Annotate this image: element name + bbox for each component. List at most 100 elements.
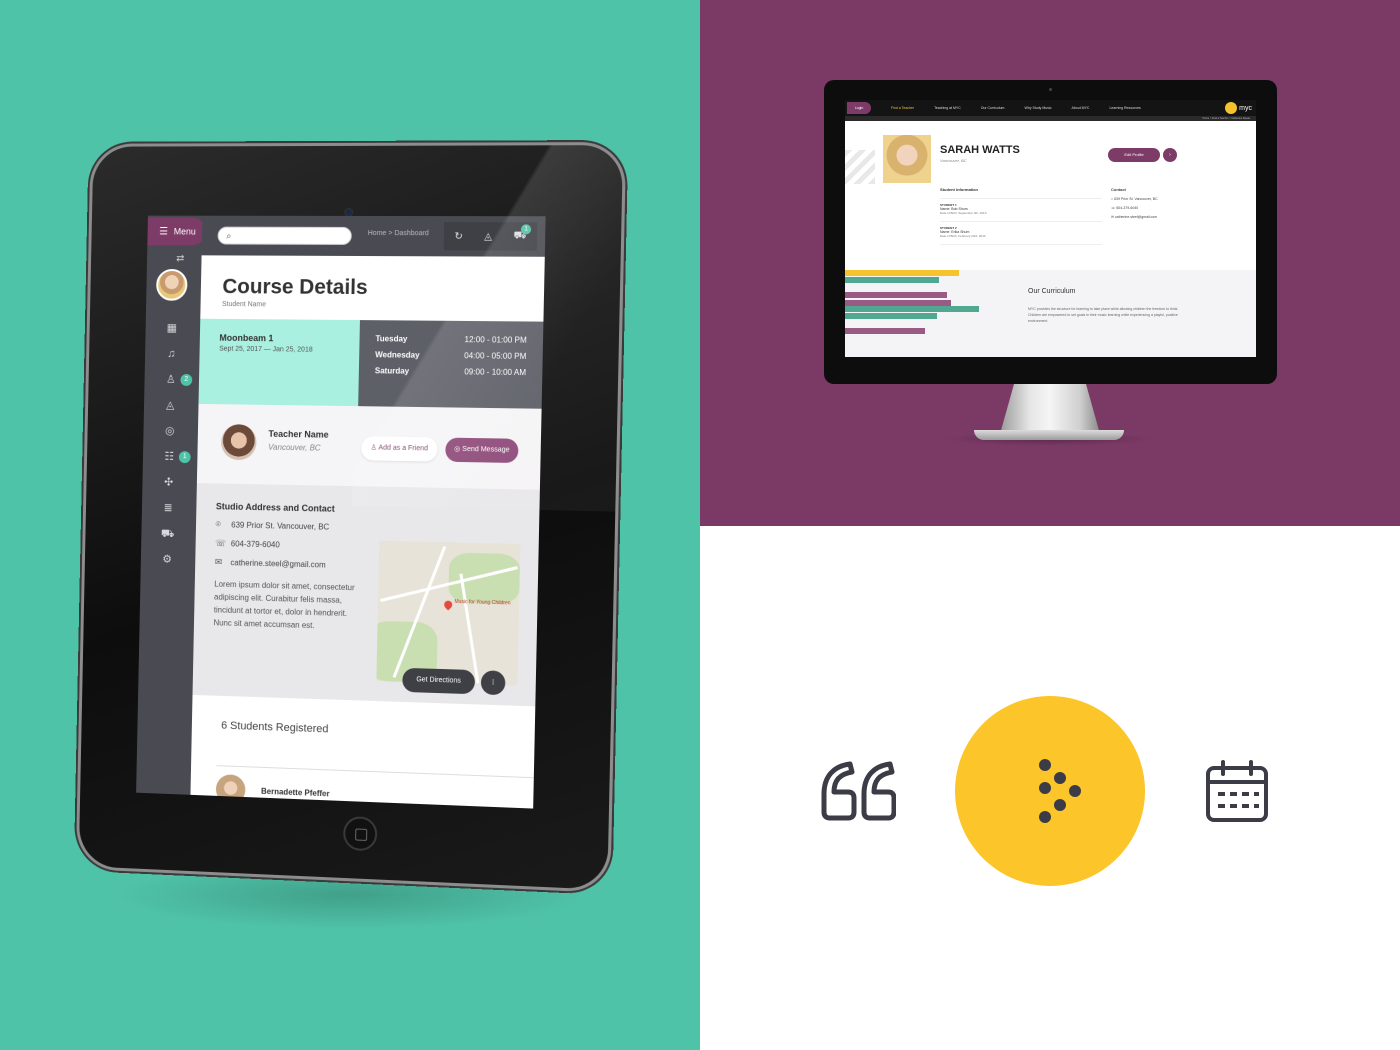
breadcrumb-home[interactable]: Home (368, 230, 387, 237)
studio-phone-text[interactable]: 604-379-6040 (231, 539, 280, 549)
menu-button[interactable]: ☰ Menu (147, 218, 206, 246)
teal-panel: ☰ Menu ⇄ ▦ ♫ ♙ 2 ◬ ◎ ☷ 1 ✣ ≣ ⛟ ⚙ ⌕ Home … (0, 0, 700, 1050)
group-badge: 1 (179, 451, 191, 463)
curriculum-title: Our Curriculum (1028, 288, 1075, 295)
course-schedule: Tuesday 12:00 - 01:00 PM Wednesday 04:00… (358, 320, 543, 409)
add-friend-button[interactable]: ♙ Add as a Friend (361, 436, 438, 461)
breadcrumb-current: Dashboard (394, 230, 428, 237)
user-avatar[interactable] (156, 269, 188, 301)
decorative-stripes (845, 150, 875, 184)
dot (1039, 782, 1051, 794)
network-icon[interactable]: ✣ (162, 477, 176, 489)
myc-dots-icon (955, 696, 1145, 886)
contact-heading: Contact (1111, 187, 1221, 192)
swap-icon[interactable]: ⇄ (176, 253, 184, 264)
refresh-icon[interactable]: ↻ (454, 231, 463, 242)
schedule-row: Wednesday 04:00 - 05:00 PM (375, 350, 526, 361)
student-avatar (216, 774, 246, 805)
decor-bar (845, 328, 925, 334)
schedule-day: Saturday (375, 366, 409, 375)
studio-map[interactable]: Music for Young Children (376, 541, 520, 686)
get-directions-button[interactable]: Get Directions (402, 668, 475, 694)
mail-icon: ✉ (215, 557, 227, 568)
curriculum-section: Our Curriculum MYC provides the structur… (845, 270, 1256, 357)
menu-label: Menu (174, 227, 196, 237)
dot (1069, 785, 1081, 797)
nav-curriculum[interactable]: Our Curriculum (981, 106, 1005, 110)
studio-section: Studio Address and Contact ⌾ 639 Prior St… (193, 485, 540, 694)
contact-address: ⌾ 639 Prior St. Vancouver, BC (1111, 197, 1221, 201)
main-content: Course Details Student Name Moonbeam 1 S… (190, 255, 544, 808)
bell-icon[interactable]: ◬ (163, 399, 177, 411)
decor-bar (845, 277, 939, 283)
nav-about[interactable]: About MYC (1072, 106, 1090, 110)
myc-logo[interactable]: myc (1225, 101, 1252, 115)
student-information: Student Information STUDENT 1 Name: Bob … (940, 187, 1102, 245)
studio-description: Lorem ipsum dolor sit amet, consectetur … (213, 578, 362, 634)
login-button[interactable]: Login (847, 102, 871, 114)
location-pin-icon: ⌾ (215, 519, 227, 530)
course-date-separator: — (264, 346, 271, 353)
student-dob: Date of Birth: February 23rd, 2012 (940, 234, 1102, 245)
edit-profile-button[interactable]: Edit Profile (1108, 148, 1160, 162)
search-input[interactable]: ⌕ (217, 227, 352, 245)
send-message-button[interactable]: ◎ Send Message (445, 438, 518, 463)
title-card: Course Details Student Name (200, 255, 545, 321)
contact-phone-text[interactable]: 604-379-6040 (1116, 206, 1138, 210)
logo-text: myc (1239, 105, 1252, 112)
nav-resources[interactable]: Learning Resources (1109, 106, 1140, 110)
course-info: Moonbeam 1 Sept 25, 2017 — Jan 25, 2018 (199, 319, 360, 406)
page-subtitle: Student Name (222, 301, 521, 310)
schedule-day: Tuesday (375, 334, 407, 343)
chat-icon[interactable]: ◎ (163, 425, 177, 437)
notes-icon[interactable]: ≣ (161, 502, 175, 514)
nav-find-teacher[interactable]: Find a Teacher (891, 106, 914, 110)
group-icon[interactable]: ☷ (162, 451, 176, 463)
settings-icon[interactable]: ⚙ (160, 554, 174, 566)
teacher-name[interactable]: Teacher Name (268, 429, 328, 440)
course-dates: Sept 25, 2017 — Jan 25, 2018 (219, 346, 339, 354)
imac-screen: Login Find a Teacher Teaching at MYC Our… (845, 100, 1256, 357)
directions-arrow-icon[interactable]: ⁝ (481, 670, 506, 695)
dot (1054, 772, 1066, 784)
nav-teaching[interactable]: Teaching at MYC (934, 106, 961, 110)
page-title: Course Details (222, 275, 522, 301)
map-pin-icon[interactable] (443, 599, 454, 610)
contact-address-text: 639 Prior St. Vancouver, BC (1114, 197, 1158, 201)
calendar-icon[interactable]: ▦ (165, 322, 179, 334)
dot (1039, 759, 1051, 771)
send-message-label: Send Message (462, 446, 509, 454)
search-icon: ⌕ (226, 231, 231, 241)
nav-why-music[interactable]: Why Study Music (1024, 106, 1051, 110)
contact-email: ✉ catherine.steel@gmail.com (1111, 215, 1221, 219)
student-row[interactable]: Bernadette Pfeffer (216, 765, 534, 808)
dot (1054, 799, 1066, 811)
cart-icon[interactable]: ⛟ (161, 528, 175, 540)
imac-base (974, 430, 1124, 440)
breadcrumb-separator: > (388, 230, 392, 237)
cart-badge: 1 (521, 224, 531, 234)
user-icon[interactable]: ♙ (164, 374, 178, 386)
topbar-actions: ↻ ◬ ⛟ 1 (444, 222, 538, 251)
student-dob: Date of Birth: September 4th, 2010 (940, 211, 1102, 222)
decor-bar (845, 292, 947, 298)
contact-email-text[interactable]: catherine.steel@gmail.com (1115, 215, 1157, 219)
student-name: Bernadette Pfeffer (261, 786, 330, 798)
contact-phone: ☏ 604-379-6040 (1111, 206, 1221, 210)
teacher-location: Vancouver, BC (268, 443, 321, 453)
studio-email-text[interactable]: catherine.steel@gmail.com (230, 558, 325, 569)
studio-address: ⌾ 639 Prior St. Vancouver, BC (215, 519, 518, 537)
classes-icon[interactable]: ♫ (164, 348, 178, 360)
site-nav: Login Find a Teacher Teaching at MYC Our… (845, 100, 1256, 116)
notification-icon[interactable]: ◬ (484, 231, 492, 242)
map-park (448, 552, 520, 604)
course-end: Jan 25, 2018 (273, 346, 313, 353)
site-breadcrumb: Home > Find a Teacher > Catherine Steele (845, 116, 1256, 121)
purple-panel: Login Find a Teacher Teaching at MYC Our… (700, 0, 1400, 526)
teacher-avatar[interactable] (221, 424, 257, 460)
schedule-time: 04:00 - 05:00 PM (464, 351, 526, 361)
decor-bar (845, 313, 937, 319)
edit-profile-arrow-icon[interactable]: › (1163, 148, 1177, 162)
schedule-day: Wednesday (375, 350, 420, 360)
schedule-row: Tuesday 12:00 - 01:00 PM (375, 334, 526, 345)
